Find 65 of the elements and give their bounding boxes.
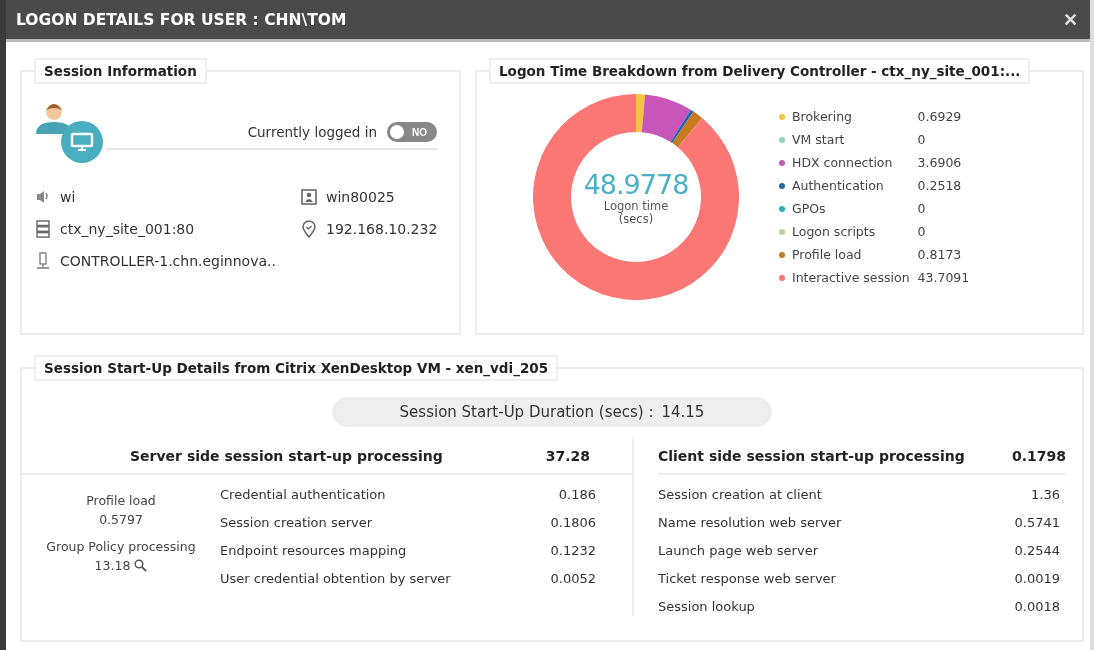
legend-value: 0.8173 bbox=[917, 247, 963, 262]
legend-label: VM start bbox=[792, 132, 845, 147]
legend-label: Brokering bbox=[792, 109, 853, 124]
duration-value: 14.15 bbox=[661, 403, 705, 421]
metric-value: 0.186 bbox=[558, 487, 596, 502]
metric-label: Ticket response web server bbox=[658, 571, 836, 586]
field-value: win80025 bbox=[326, 189, 395, 205]
section-total: 37.28 bbox=[545, 448, 590, 464]
legend-label: Logon scripts bbox=[792, 224, 876, 239]
user-desktop-icon bbox=[34, 102, 106, 164]
metric-value: 0.1232 bbox=[550, 543, 596, 558]
metric-label: Session lookup bbox=[658, 599, 755, 614]
panel-title: Session Information bbox=[34, 58, 207, 84]
metric-label: Endpoint resources mapping bbox=[220, 543, 407, 558]
legend-label: GPOs bbox=[792, 201, 826, 216]
close-button[interactable]: ✕ bbox=[1059, 8, 1082, 31]
metric-label: Launch page web server bbox=[658, 543, 818, 558]
legend-value: 0 bbox=[917, 132, 927, 147]
panel-title: Session Start-Up Details from Citrix XenDesktop VM - xen_vdi_205 bbox=[34, 355, 559, 381]
metric-value: 0.5741 bbox=[1014, 515, 1060, 530]
metric-label: Credential authentication bbox=[220, 487, 386, 502]
legend-value: 43.7091 bbox=[917, 270, 970, 285]
user-badge-icon bbox=[300, 188, 318, 206]
section-heading: Client side session start-up processing bbox=[658, 448, 965, 464]
total-label: Logon time bbox=[603, 199, 669, 213]
duration-label: Session Start-Up Duration (secs) : bbox=[399, 403, 654, 421]
total-unit: (secs) bbox=[618, 212, 654, 226]
location-pin-icon bbox=[300, 220, 318, 238]
legend-value: 3.6906 bbox=[917, 155, 963, 170]
legend-label: HDX connection bbox=[792, 155, 893, 170]
legend-value: 0.6929 bbox=[917, 109, 963, 124]
legend-label: Profile load bbox=[792, 247, 862, 262]
summary-value: 13.18 bbox=[94, 558, 131, 573]
metric-value: 0.0052 bbox=[550, 571, 596, 586]
metric-value: 0.0019 bbox=[1014, 571, 1060, 586]
legend-value: 0 bbox=[917, 224, 927, 239]
section-total: 0.1798 bbox=[1011, 448, 1066, 464]
field-value: CONTROLLER-1.chn.eginnova.. bbox=[60, 253, 276, 269]
desktop-tower-icon bbox=[34, 252, 52, 270]
field-value: ctx_ny_site_001:80 bbox=[60, 221, 195, 237]
summary-label: Profile load bbox=[86, 493, 156, 508]
metric-label: Session creation at client bbox=[658, 487, 822, 502]
summary-value: 0.5797 bbox=[99, 512, 143, 527]
panel-title: Logon Time Breakdown from Delivery Controller - ctx_ny_site_001:... bbox=[489, 58, 1031, 84]
search-icon[interactable] bbox=[134, 559, 148, 572]
logon-total: 48.9778 bbox=[583, 168, 689, 200]
legend-label: Interactive session bbox=[792, 270, 910, 285]
summary-label: Group Policy processing bbox=[46, 539, 196, 554]
metric-value: 0.1806 bbox=[550, 515, 596, 530]
section-heading: Server side session start-up processing bbox=[130, 448, 443, 464]
logged-in-toggle[interactable]: NO bbox=[387, 122, 437, 142]
metric-label: Name resolution web server bbox=[658, 515, 842, 530]
status-label: Currently logged in bbox=[247, 124, 377, 140]
server-icon bbox=[34, 220, 52, 238]
field-value: 192.168.10.232 bbox=[326, 221, 438, 237]
metric-label: Session creation server bbox=[220, 515, 373, 530]
legend-label: Authentication bbox=[792, 178, 884, 193]
window-title: LOGON DETAILS FOR USER : CHN\TOM bbox=[16, 10, 347, 29]
legend-value: 0.2518 bbox=[917, 178, 963, 193]
field-value: wi bbox=[60, 189, 76, 205]
legend-value: 0 bbox=[917, 201, 927, 216]
metric-label: User credential obtention by server bbox=[220, 571, 451, 586]
metric-value: 0.2544 bbox=[1014, 543, 1060, 558]
metric-value: 1.36 bbox=[1031, 487, 1060, 502]
metric-value: 0.0018 bbox=[1014, 599, 1060, 614]
